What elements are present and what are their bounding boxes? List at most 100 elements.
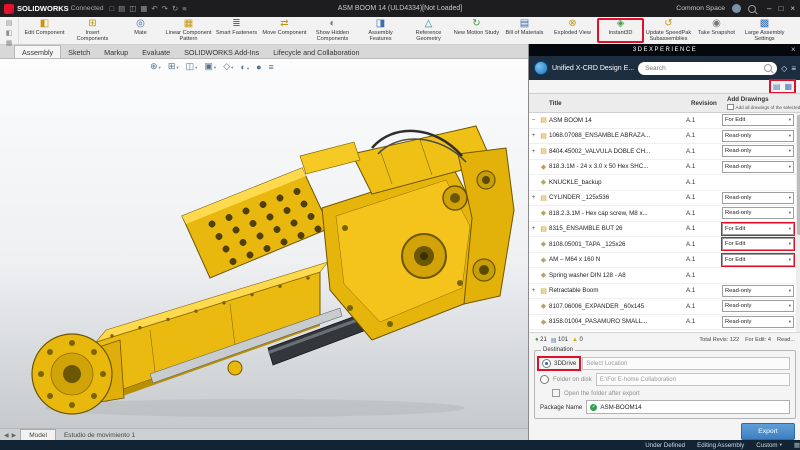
3dexperience-compass-icon[interactable] — [534, 61, 548, 75]
tab-solidworks-add-ins[interactable]: SOLIDWORKS Add-Ins — [177, 46, 266, 58]
print-icon[interactable]: ▦ — [140, 4, 147, 13]
user-avatar[interactable] — [732, 4, 741, 13]
table-row[interactable]: ◆818.3.1M - 24 x 3.0 x 50 Hex SHC...A.1R… — [529, 160, 800, 176]
package-name-field[interactable]: ✓ ASM-BOOM14 — [586, 400, 790, 414]
close-icon[interactable]: × — [791, 45, 797, 54]
viewtool-hide-show-items[interactable]: ◐▾ — [240, 62, 249, 72]
column-title[interactable]: Title — [549, 100, 691, 107]
ribbon-button-edit-component[interactable]: ◧Edit Component — [21, 18, 68, 43]
ribbon-button-smart-fasteners[interactable]: ≣Smart Fasteners — [213, 18, 260, 43]
new-icon[interactable]: □ — [110, 4, 115, 13]
tab-lifecycle-and-collaboration[interactable]: Lifecycle and Collaboration — [266, 46, 366, 58]
expand-icon[interactable]: − — [529, 117, 538, 124]
access-dropdown[interactable]: Read-only▾ — [722, 316, 794, 328]
ribbon-button-move-component[interactable]: ⇄Move Component — [261, 18, 308, 43]
open-icon[interactable]: ▤ — [118, 4, 125, 13]
ribbon-button-exploded-view[interactable]: ⊗Exploded View — [549, 18, 596, 43]
tag-icon[interactable]: ◇ — [781, 64, 787, 73]
export-button[interactable]: Export — [741, 423, 795, 440]
custom-mode-dropdown[interactable]: Custom▾ — [756, 442, 782, 449]
tab-markup[interactable]: Markup — [97, 46, 135, 58]
panel-search-box[interactable] — [638, 62, 777, 75]
graphics-viewport[interactable]: ⊕▾ ⊞▾ ◫▾ ▣▾ ◇▾ ◐▾ ● ≡ — [0, 58, 528, 428]
viewtool-section-view[interactable]: ◫▾ — [186, 61, 198, 72]
viewtool-display-style[interactable]: ◇▾ — [223, 61, 233, 72]
table-row[interactable]: ◆818.2.3.1M - Hex cap screw, M8 x...A.1R… — [529, 206, 800, 222]
ribbon-button-assembly-features[interactable]: ◨Assembly Features — [357, 18, 404, 43]
table-scrollbar[interactable] — [796, 113, 800, 332]
ribbon-button-new-motion-study[interactable]: ↻New Motion Study — [453, 18, 500, 43]
refresh-list-icon[interactable]: ▦ — [784, 82, 792, 91]
status-grid-icon[interactable]: ▦ — [794, 441, 800, 449]
table-row[interactable]: +▤8315_ENSAMBLE BUT 26A.1For Edit▾ — [529, 222, 800, 238]
access-dropdown[interactable]: Read-only▾ — [722, 130, 794, 142]
table-row[interactable]: ◆AM – M64 x 160 NA.1For Edit▾ — [529, 253, 800, 269]
table-row[interactable]: −▤ASM BOOM 14A.1For Edit▾ — [529, 113, 800, 129]
ribbon-button-take-snapshot[interactable]: ◉Take Snapshot — [693, 18, 740, 43]
ribbon-button-large-assembly-settings[interactable]: ▩Large Assembly Settings — [741, 18, 788, 43]
save-icon[interactable]: ◫ — [129, 4, 136, 13]
viewtool-edit-appearance[interactable]: ● — [256, 62, 261, 72]
document-icon[interactable]: ▤ — [6, 19, 13, 27]
panel-search-input[interactable] — [643, 64, 761, 73]
folder-path-field[interactable]: E:\For E-home Collaboration — [596, 373, 790, 386]
ribbon-button-instant3d[interactable]: ◈Instant3D — [597, 18, 644, 43]
ribbon-button-show-hidden-components[interactable]: ◐Show Hidden Components — [309, 18, 356, 43]
access-dropdown[interactable]: For Edit▾ — [722, 223, 794, 235]
access-dropdown[interactable]: Read-only▾ — [722, 300, 794, 312]
expand-icon[interactable]: + — [529, 194, 538, 201]
table-row[interactable]: ◆8107.06006_EXPANDER _60x145A.1Read-only… — [529, 299, 800, 315]
ribbon-button-linear-component-pattern[interactable]: ▦Linear Component Pattern — [165, 18, 212, 43]
rebuild-icon[interactable]: ↻ — [172, 4, 178, 13]
close-icon[interactable]: × — [790, 4, 795, 13]
ribbon-button-update-speedpak-subassemblies[interactable]: ↺Update SpeedPak Subassemblies — [645, 18, 692, 43]
options-icon[interactable]: ≡ — [182, 4, 186, 13]
viewtool-view-orientation[interactable]: ▣▾ — [204, 61, 216, 72]
select-columns-icon[interactable]: ▤ — [773, 82, 781, 91]
maximize-icon[interactable]: □ — [778, 4, 783, 13]
undo-icon[interactable]: ↶ — [151, 4, 157, 13]
viewtool-zoom-fit[interactable]: ⊕▾ — [150, 61, 161, 72]
grid-icon[interactable]: ▦ — [6, 39, 13, 47]
3ddrive-radio[interactable] — [542, 359, 551, 368]
select-location-field[interactable]: Select Location — [582, 357, 790, 370]
ribbon-button-mate[interactable]: ◎Mate — [117, 18, 164, 43]
table-row[interactable]: ◆8108.05001_TAPA _125x26A.1For Edit▾ — [529, 237, 800, 253]
ribbon-button-bill-of-materials[interactable]: ▤Bill of Materials — [501, 18, 548, 43]
redo-icon[interactable]: ↷ — [162, 4, 168, 13]
expand-icon[interactable]: + — [529, 287, 538, 294]
table-row[interactable]: +▤Retractable BoomA.1Read-only▾ — [529, 284, 800, 300]
viewtool-view-settings[interactable]: ≡ — [269, 62, 274, 72]
table-row[interactable]: +▤CYLINDER _125x536A.1Read-only▾ — [529, 191, 800, 207]
column-revision[interactable]: Revision — [691, 100, 727, 107]
tab-assembly[interactable]: Assembly — [14, 45, 61, 58]
table-row[interactable]: ◆KNUCKLE_backupA.1 — [529, 175, 800, 191]
open-folder-checkbox[interactable] — [552, 389, 560, 397]
prev-tab-arrow-icon[interactable]: ◀ — [4, 432, 9, 439]
table-row[interactable]: ◆8158.01004_PASAMURO SMALL...A.1Read-onl… — [529, 315, 800, 331]
access-dropdown[interactable]: Read-only▾ — [722, 207, 794, 219]
common-space-label[interactable]: Common Space — [676, 5, 725, 12]
access-dropdown[interactable]: Read-only▾ — [722, 285, 794, 297]
column-add-drawings[interactable]: Add Drawings Add all drawings of the sel… — [727, 96, 800, 111]
table-row[interactable]: +▤1068.07088_ENSAMBLE ABRAZA...A.1Read-o… — [529, 129, 800, 145]
expand-icon[interactable]: + — [529, 225, 538, 232]
viewtool-zoom-area[interactable]: ⊞▾ — [168, 61, 179, 72]
search-icon[interactable] — [748, 5, 756, 13]
search-icon[interactable] — [764, 64, 772, 72]
access-dropdown[interactable]: For Edit▾ — [722, 238, 794, 250]
access-dropdown[interactable]: Read-only▾ — [722, 161, 794, 173]
model-3d-view[interactable] — [0, 58, 528, 428]
expand-icon[interactable]: + — [529, 132, 538, 139]
minimize-icon[interactable]: – — [767, 4, 771, 13]
table-row[interactable]: +▤8404.45002_VALVULA DOBLE CH...A.1Read-… — [529, 144, 800, 160]
ribbon-button-reference-geometry[interactable]: △Reference Geometry — [405, 18, 452, 43]
expand-icon[interactable]: + — [529, 148, 538, 155]
access-dropdown[interactable]: Read-only▾ — [722, 192, 794, 204]
access-dropdown[interactable]: For Edit▾ — [722, 114, 794, 126]
sketch-icon[interactable]: ◧ — [6, 29, 13, 37]
next-tab-arrow-icon[interactable]: ▶ — [12, 432, 17, 439]
tab-evaluate[interactable]: Evaluate — [135, 46, 177, 58]
tab-sketch[interactable]: Sketch — [61, 46, 97, 58]
add-all-drawings-checkbox[interactable] — [727, 104, 734, 111]
